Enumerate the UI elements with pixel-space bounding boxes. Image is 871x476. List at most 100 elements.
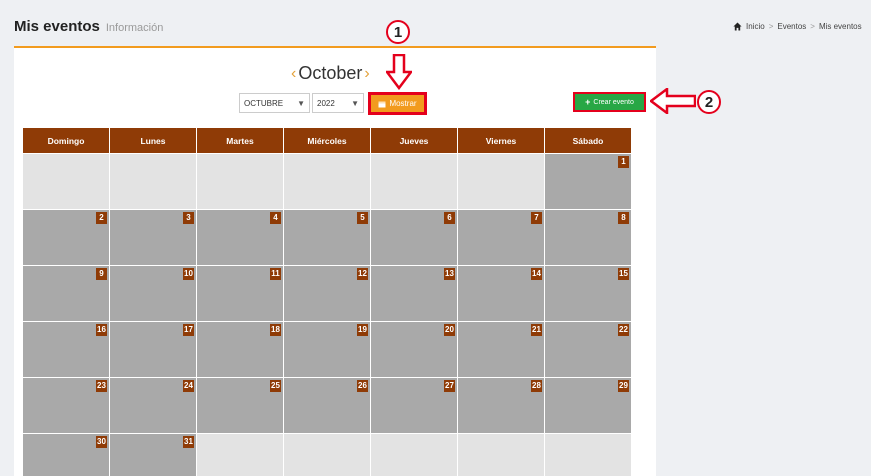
calendar-empty-cell [370, 153, 458, 210]
calendar-day-cell[interactable]: 25 [196, 377, 284, 434]
weekday-header: Sábado [544, 127, 632, 154]
day-number: 26 [357, 380, 368, 392]
prev-month-button[interactable]: ‹ [291, 65, 296, 83]
calendar-day-cell[interactable]: 8 [544, 209, 632, 266]
calendar-day-cell[interactable]: 16 [22, 321, 110, 378]
day-number: 28 [531, 380, 542, 392]
weekday-header-row: Domingo Lunes Martes Miércoles Jueves Viernes… [22, 127, 632, 154]
calendar-empty-cell [283, 153, 371, 210]
day-number: 3 [183, 212, 194, 224]
calendar-day-cell[interactable]: 2 [22, 209, 110, 266]
calendar-empty-cell [109, 153, 197, 210]
month-title: ‹ October › [291, 63, 370, 84]
calendar-day-cell[interactable]: 11 [196, 265, 284, 322]
breadcrumb-current: Mis eventos [818, 22, 862, 31]
page-subtitle: Información [105, 22, 164, 34]
breadcrumb-home[interactable]: Inicio [746, 22, 765, 31]
breadcrumb-events[interactable]: Eventos [777, 22, 806, 31]
calendar-day-cell[interactable]: 10 [109, 265, 197, 322]
calendar-day-cell[interactable]: 3 [109, 209, 197, 266]
day-number: 24 [183, 380, 194, 392]
day-number: 13 [444, 268, 455, 280]
page-title: Mis eventos [14, 18, 100, 35]
day-number: 23 [96, 380, 107, 392]
calendar-empty-cell [283, 433, 371, 476]
left-arrow-icon [650, 88, 696, 114]
day-number: 21 [531, 324, 542, 336]
day-number: 17 [183, 324, 194, 336]
weekday-header: Miércoles [283, 127, 371, 154]
calendar-day-cell[interactable]: 27 [370, 377, 458, 434]
breadcrumb-separator: > [810, 22, 815, 31]
year-select[interactable]: 2022 ▼ [312, 93, 364, 113]
calendar-empty-cell [457, 433, 545, 476]
day-number: 30 [96, 436, 107, 448]
weekday-header: Lunes [109, 127, 197, 154]
month-select-value: OCTUBRE [244, 98, 284, 108]
callout-number-1: 1 [386, 20, 410, 44]
weekday-header: Jueves [370, 127, 458, 154]
day-number: 9 [96, 268, 107, 280]
calendar-day-cell[interactable]: 26 [283, 377, 371, 434]
callout-number-2: 2 [697, 90, 721, 114]
calendar-empty-cell [544, 433, 632, 476]
calendar-day-cell[interactable]: 31 [109, 433, 197, 476]
calendar-day-cell[interactable]: 17 [109, 321, 197, 378]
calendar-week-row: 23 24 25 26 27 28 29 [22, 377, 632, 434]
day-number: 22 [618, 324, 629, 336]
calendar-day-cell[interactable]: 4 [196, 209, 284, 266]
calendar-day-cell[interactable]: 21 [457, 321, 545, 378]
day-number: 5 [357, 212, 368, 224]
calendar-day-cell[interactable]: 9 [22, 265, 110, 322]
day-number: 31 [183, 436, 194, 448]
weekday-header: Viernes [457, 127, 545, 154]
calendar-empty-cell [196, 153, 284, 210]
day-number: 1 [618, 156, 629, 168]
calendar-day-cell[interactable]: 13 [370, 265, 458, 322]
day-number: 18 [270, 324, 281, 336]
calendar-empty-cell [22, 153, 110, 210]
calendar-day-cell[interactable]: 20 [370, 321, 458, 378]
calendar-empty-cell [457, 153, 545, 210]
create-event-label: Crear evento [593, 98, 634, 106]
next-month-button[interactable]: › [364, 65, 369, 83]
calendar-day-cell[interactable]: 29 [544, 377, 632, 434]
day-number: 8 [618, 212, 629, 224]
year-select-value: 2022 [317, 98, 335, 108]
day-number: 10 [183, 268, 194, 280]
day-number: 16 [96, 324, 107, 336]
day-number: 7 [531, 212, 542, 224]
day-number: 11 [270, 268, 281, 280]
day-number: 4 [270, 212, 281, 224]
calendar-day-cell[interactable]: 22 [544, 321, 632, 378]
show-button[interactable]: Mostrar [368, 92, 427, 115]
calendar-week-row: 2 3 4 5 6 7 8 [22, 209, 632, 266]
weekday-header: Domingo [22, 127, 110, 154]
calendar-day-cell[interactable]: 28 [457, 377, 545, 434]
calendar-empty-cell [370, 433, 458, 476]
chevron-down-icon: ▼ [297, 99, 305, 108]
calendar-day-cell[interactable]: 6 [370, 209, 458, 266]
plus-icon: + [585, 97, 591, 107]
calendar-day-cell[interactable]: 12 [283, 265, 371, 322]
calendar-week-row: 16 17 18 19 20 21 22 [22, 321, 632, 378]
calendar-day-cell[interactable]: 7 [457, 209, 545, 266]
calendar-day-cell[interactable]: 14 [457, 265, 545, 322]
calendar-day-cell[interactable]: 24 [109, 377, 197, 434]
day-number: 29 [618, 380, 629, 392]
show-button-label: Mostrar [389, 99, 417, 108]
day-number: 27 [444, 380, 455, 392]
calendar-day-cell[interactable]: 18 [196, 321, 284, 378]
calendar-day-cell[interactable]: 30 [22, 433, 110, 476]
calendar-day-cell[interactable]: 19 [283, 321, 371, 378]
calendar-day-cell[interactable]: 23 [22, 377, 110, 434]
create-event-button[interactable]: + Crear evento [573, 92, 646, 112]
calendar-day-cell[interactable]: 1 [544, 153, 632, 210]
breadcrumb-separator: > [768, 22, 774, 31]
calendar-day-cell[interactable]: 5 [283, 209, 371, 266]
month-select[interactable]: OCTUBRE ▼ [239, 93, 310, 113]
home-icon [733, 22, 742, 31]
day-number: 15 [618, 268, 629, 280]
calendar-week-row: 30 31 [22, 433, 632, 476]
calendar-day-cell[interactable]: 15 [544, 265, 632, 322]
